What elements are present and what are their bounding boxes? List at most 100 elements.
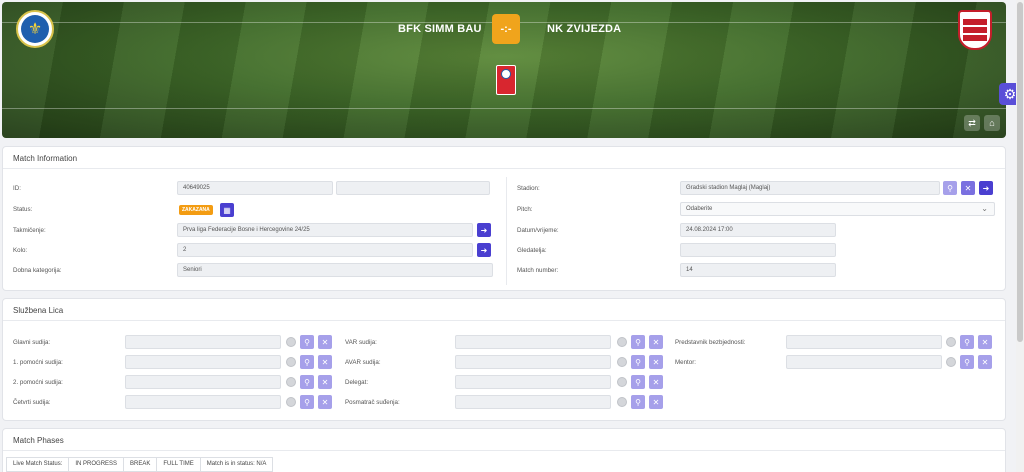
card-title: Match Information xyxy=(13,154,78,163)
official-search-button[interactable]: ⚲ xyxy=(300,395,314,409)
official-clear-button[interactable]: ✕ xyxy=(649,355,663,369)
id-field: 40649025 xyxy=(177,181,333,195)
page-scrollbar[interactable] xyxy=(1016,0,1024,472)
competition-go-button[interactable]: ➜ xyxy=(477,223,491,237)
official-radio[interactable] xyxy=(617,357,627,367)
official-search-button[interactable]: ⚲ xyxy=(960,335,974,349)
official-clear-button[interactable]: ✕ xyxy=(978,355,992,369)
ball-icon xyxy=(501,69,511,79)
official-search-button[interactable]: ⚲ xyxy=(960,355,974,369)
official-radio[interactable] xyxy=(946,357,956,367)
close-icon: ✕ xyxy=(652,357,660,367)
chevron-down-icon: ⌄ xyxy=(981,204,988,213)
close-icon: ✕ xyxy=(964,183,972,193)
official-field[interactable] xyxy=(786,335,942,349)
official-clear-button[interactable]: ✕ xyxy=(318,375,332,389)
arrow-right-icon: ➜ xyxy=(480,225,488,235)
stadium-search-button[interactable]: ⚲ xyxy=(943,181,957,195)
close-icon: ✕ xyxy=(652,397,660,407)
official-field[interactable] xyxy=(455,335,611,349)
official-label: Glavni sudija: xyxy=(13,339,51,346)
official-search-button[interactable]: ⚲ xyxy=(631,355,645,369)
official-radio[interactable] xyxy=(286,337,296,347)
pitch-select-value: Odaberite xyxy=(686,206,713,212)
shield-icon xyxy=(958,10,992,50)
official-search-button[interactable]: ⚲ xyxy=(300,355,314,369)
official-clear-button[interactable]: ✕ xyxy=(978,335,992,349)
official-radio[interactable] xyxy=(286,397,296,407)
official-field[interactable] xyxy=(125,335,281,349)
official-label: Četvrti sudija: xyxy=(13,399,51,406)
search-icon: ⚲ xyxy=(964,357,970,367)
official-search-button[interactable]: ⚲ xyxy=(300,335,314,349)
datetime-field[interactable]: 24.08.2024 17:00 xyxy=(680,223,836,237)
official-radio[interactable] xyxy=(617,377,627,387)
official-label: Delegat: xyxy=(345,379,369,386)
fleur-de-lis-icon: ⚜ xyxy=(21,15,49,43)
home-team-logo: ⚜ xyxy=(16,10,54,48)
gear-icon: ⚙ xyxy=(1003,85,1017,102)
official-label: Mentor: xyxy=(675,359,696,366)
official-clear-button[interactable]: ✕ xyxy=(649,395,663,409)
search-icon: ⚲ xyxy=(304,397,310,407)
competition-label: Takmičenje: xyxy=(13,227,46,234)
id-label: ID: xyxy=(13,185,21,192)
stadium-clear-button[interactable]: ✕ xyxy=(961,181,975,195)
official-radio[interactable] xyxy=(286,357,296,367)
pitch-select[interactable]: Odaberite ⌄ xyxy=(680,202,995,216)
official-clear-button[interactable]: ✕ xyxy=(649,375,663,389)
tag-button[interactable]: ⌂ xyxy=(984,115,1000,131)
scrollbar-thumb[interactable] xyxy=(1017,2,1023,342)
calendar-icon: ▦ xyxy=(223,205,231,215)
close-icon: ✕ xyxy=(652,337,660,347)
match-number-field[interactable]: 14 xyxy=(680,263,836,277)
official-search-button[interactable]: ⚲ xyxy=(631,335,645,349)
official-field[interactable] xyxy=(125,395,281,409)
official-field[interactable] xyxy=(125,355,281,369)
official-radio[interactable] xyxy=(286,377,296,387)
official-search-button[interactable]: ⚲ xyxy=(631,375,645,389)
official-label: Predstavnik bezbjednosti: xyxy=(675,339,746,346)
score-display[interactable]: -:- xyxy=(492,14,520,44)
search-icon: ⚲ xyxy=(947,183,953,193)
status-label: Status: xyxy=(13,206,33,213)
round-go-button[interactable]: ➜ xyxy=(477,243,491,257)
official-radio[interactable] xyxy=(946,337,956,347)
official-clear-button[interactable]: ✕ xyxy=(318,395,332,409)
official-label: 2. pomoćni sudija: xyxy=(13,379,63,386)
match-number-label: Match number: xyxy=(517,267,559,274)
official-field[interactable] xyxy=(455,375,611,389)
calendar-button[interactable]: ▦ xyxy=(220,203,234,217)
official-clear-button[interactable]: ✕ xyxy=(649,335,663,349)
official-field[interactable] xyxy=(786,355,942,369)
match-information-card: Match Information ID: 40649025 Status: Z… xyxy=(2,146,1006,291)
official-radio[interactable] xyxy=(617,397,627,407)
away-team-name: NK ZVIJEZDA xyxy=(547,23,622,35)
official-field[interactable] xyxy=(455,395,611,409)
round-label: Kolo: xyxy=(13,247,28,254)
official-clear-button[interactable]: ✕ xyxy=(318,335,332,349)
official-field[interactable] xyxy=(125,375,281,389)
status-badge: ZAKAZANA xyxy=(179,205,213,215)
swap-button[interactable]: ⇄ xyxy=(964,115,980,131)
search-icon: ⚲ xyxy=(304,377,310,387)
official-radio[interactable] xyxy=(617,337,627,347)
datetime-label: Datum/vrijeme: xyxy=(517,227,559,234)
official-field[interactable] xyxy=(455,355,611,369)
tab-full-time[interactable]: FULL TIME xyxy=(157,458,201,471)
tab-in-progress[interactable]: IN PROGRESS xyxy=(69,458,125,471)
competition-field: Prva liga Federacije Bosne i Hercegovine… xyxy=(177,223,473,237)
age-category-label: Dobna kategorija: xyxy=(13,267,62,274)
official-label: VAR sudija: xyxy=(345,339,377,346)
spectators-field[interactable] xyxy=(680,243,836,257)
official-search-button[interactable]: ⚲ xyxy=(300,375,314,389)
close-icon: ✕ xyxy=(981,337,989,347)
tab-break[interactable]: BREAK xyxy=(124,458,158,471)
official-clear-button[interactable]: ✕ xyxy=(318,355,332,369)
id-extra-field xyxy=(336,181,490,195)
home-team-name: BFK SIMM BAU xyxy=(398,23,482,35)
stadium-go-button[interactable]: ➜ xyxy=(979,181,993,195)
close-icon: ✕ xyxy=(981,357,989,367)
official-search-button[interactable]: ⚲ xyxy=(631,395,645,409)
search-icon: ⚲ xyxy=(964,337,970,347)
